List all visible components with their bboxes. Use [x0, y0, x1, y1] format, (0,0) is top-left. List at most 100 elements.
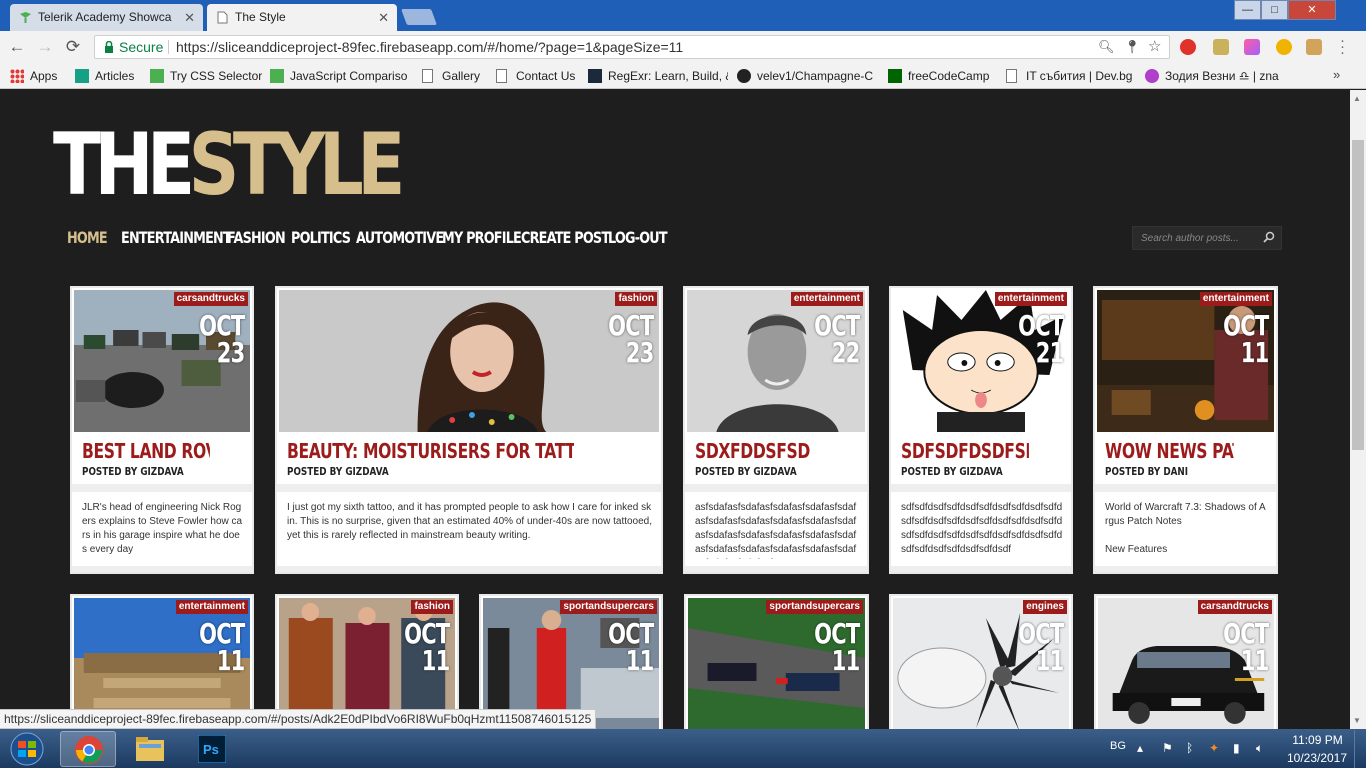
site-logo[interactable]: THESTYLE: [53, 115, 405, 215]
category-badge[interactable]: entertainment: [175, 600, 248, 614]
tab-close-icon[interactable]: ✕: [378, 4, 389, 31]
zoom-icon[interactable]: 🔍︎: [1098, 39, 1115, 55]
gradient-extension-icon[interactable]: [1244, 39, 1260, 55]
svg-text:Ps: Ps: [203, 742, 219, 757]
volume-icon[interactable]: 🔈︎: [1256, 741, 1270, 755]
nav-home[interactable]: HOME: [67, 228, 108, 247]
category-badge[interactable]: sportandsupercars: [560, 600, 657, 614]
forward-arrow-icon[interactable]: →: [35, 37, 55, 57]
bookmark-zodiac[interactable]: Зодия Везни ♎ | zna: [1145, 68, 1280, 84]
windows-start-icon[interactable]: [3, 731, 51, 767]
tab-telerik-academy[interactable]: Telerik Academy Showca ✕: [10, 4, 203, 31]
device-icon[interactable]: ▮: [1233, 741, 1247, 755]
post-title[interactable]: WOW NEWS PATCH 7.3: [1105, 438, 1234, 464]
bookmark-freecodecamp[interactable]: freeCodeCamp: [888, 68, 994, 84]
post-author[interactable]: POSTED BY GIZDAVA: [287, 465, 389, 478]
category-badge[interactable]: carsandtrucks: [1197, 600, 1272, 614]
search-icon[interactable]: [1262, 230, 1276, 246]
post-card[interactable]: carsandtrucks OCT 11: [1094, 594, 1278, 734]
taskbar-photoshop[interactable]: Ps: [184, 731, 240, 767]
bookmark-javascript-comparison[interactable]: JavaScript Compariso: [270, 68, 407, 84]
post-author[interactable]: POSTED BY GIZDAVA: [901, 465, 1003, 478]
post-author[interactable]: POSTED BY GIZDAVA: [82, 465, 184, 478]
browser-tab-strip: Telerik Academy Showca ✕ The Style ✕ — □…: [0, 0, 1366, 31]
post-date: OCT 11: [813, 617, 860, 677]
nav-log-out[interactable]: LOG-OUT: [608, 228, 668, 247]
post-card[interactable]: entertainment OCT21 SDFSDFDSDFSDFDSD... …: [889, 286, 1073, 574]
bookmark-apps[interactable]: Apps: [10, 68, 68, 84]
post-card[interactable]: entertainment OCT11 WOW NEWS PATCH 7.3 P…: [1093, 286, 1278, 574]
pin-icon[interactable]: 📍︎: [1124, 39, 1141, 55]
category-badge[interactable]: fashion: [411, 600, 453, 614]
photoshop-icon: Ps: [198, 735, 226, 763]
action-center-flag-icon[interactable]: ⚑: [1162, 741, 1176, 755]
tab-the-style[interactable]: The Style ✕: [207, 4, 397, 31]
secure-label: Secure: [119, 39, 164, 55]
show-desktop-button[interactable]: [1354, 730, 1366, 768]
chrome-menu-icon[interactable]: · · ·: [1340, 33, 1345, 60]
category-badge[interactable]: entertainment: [790, 292, 863, 306]
window-maximize-button[interactable]: □: [1261, 0, 1288, 20]
bookmark-gallery[interactable]: Gallery: [422, 68, 484, 84]
nav-fashion[interactable]: FASHION: [227, 228, 286, 247]
reload-icon[interactable]: ⟳: [63, 37, 83, 57]
post-card[interactable]: fashion OCT 23 BEAUTY: MOISTURISERS FOR T…: [275, 286, 663, 574]
more-bookmarks-icon[interactable]: »: [1333, 67, 1340, 82]
nav-my-profile[interactable]: MY PROFILE: [442, 228, 522, 247]
category-badge[interactable]: carsandtrucks: [173, 292, 248, 306]
card-separator: [277, 484, 661, 492]
category-badge[interactable]: sportandsupercars: [766, 600, 863, 614]
post-card[interactable]: sportandsupercars OCT 11: [684, 594, 869, 734]
scroll-down-icon[interactable]: ▼: [1353, 716, 1361, 725]
moon-extension-icon[interactable]: [1276, 39, 1292, 55]
nav-politics[interactable]: POLITICS: [291, 228, 351, 247]
tab-close-icon[interactable]: ✕: [184, 4, 195, 31]
url-text[interactable]: https://sliceanddiceproject-89fec.fireba…: [176, 39, 683, 55]
post-title[interactable]: BEAUTY: MOISTURISERS FOR TATTOOED SKIN: [287, 438, 574, 464]
post-date: OCT 23: [607, 309, 654, 369]
bookmark-try-css-selector[interactable]: Try CSS Selector: [150, 68, 262, 84]
nav-entertainment[interactable]: ENTERTAINMENT: [121, 228, 232, 247]
post-title[interactable]: BEST LAND ROVER A...: [82, 438, 210, 464]
post-title[interactable]: SDXFDDSFSD: [695, 438, 824, 464]
post-date: OCT 21: [1017, 309, 1064, 369]
scroll-up-icon[interactable]: ▲: [1353, 94, 1361, 103]
colorpicker-extension-icon[interactable]: [1213, 39, 1229, 55]
category-badge[interactable]: entertainment: [994, 292, 1067, 306]
post-card[interactable]: engines OCT 11: [889, 594, 1073, 734]
opera-extension-icon[interactable]: [1180, 39, 1196, 55]
post-card[interactable]: entertainment OCT 22 SDXFDDSFSD POSTED BY…: [683, 286, 869, 574]
post-author[interactable]: POSTED BY DANI: [1105, 465, 1188, 478]
category-badge[interactable]: fashion: [615, 292, 657, 306]
keyboard-language[interactable]: BG: [1110, 740, 1126, 752]
back-arrow-icon[interactable]: ←: [7, 37, 27, 57]
tools-extension-icon[interactable]: [1306, 39, 1322, 55]
window-minimize-button[interactable]: —: [1234, 0, 1261, 20]
clock-time[interactable]: 11:09 PM: [1290, 733, 1345, 747]
category-badge[interactable]: entertainment: [1199, 292, 1272, 306]
bookmark-regexr[interactable]: RegExr: Learn, Build, &: [588, 68, 728, 84]
nav-automotive[interactable]: AUTOMOTIVE: [356, 228, 444, 247]
post-excerpt: JLR's head of engineering Nick Rogers ex…: [82, 502, 243, 555]
bookmark-articles[interactable]: Articles: [75, 68, 141, 84]
avast-icon[interactable]: ✦: [1209, 741, 1223, 755]
scrollbar-thumb[interactable]: [1352, 140, 1364, 450]
post-title[interactable]: SDFSDFDSDFSDFDSD...: [901, 438, 1029, 464]
tray-expand-icon[interactable]: ▴: [1137, 741, 1151, 755]
bluetooth-icon[interactable]: ᛒ: [1186, 741, 1200, 755]
bookmark-dev-bg[interactable]: IT събития | Dev.bg: [1006, 68, 1134, 84]
bookmark-contact-us[interactable]: Contact Us: [496, 68, 578, 84]
post-date: OCT 11: [198, 617, 245, 677]
search-author-input[interactable]: [1141, 230, 1259, 246]
nav-create-post[interactable]: CREATE POST: [521, 228, 610, 247]
taskbar-explorer[interactable]: [122, 731, 178, 767]
bookmark-github[interactable]: velev1/Champagne-C: [737, 68, 875, 84]
category-badge[interactable]: engines: [1023, 600, 1067, 614]
bookmark-star-icon[interactable]: ☆: [1148, 37, 1161, 55]
post-card[interactable]: carsandtrucks OCT23 BEST LAND ROVER A...…: [70, 286, 254, 574]
post-author[interactable]: POSTED BY GIZDAVA: [695, 465, 797, 478]
clock-date[interactable]: 10/23/2017: [1286, 751, 1348, 765]
taskbar-chrome[interactable]: [60, 731, 116, 767]
window-close-button[interactable]: ✕: [1288, 0, 1336, 20]
new-tab-button[interactable]: [401, 9, 437, 25]
